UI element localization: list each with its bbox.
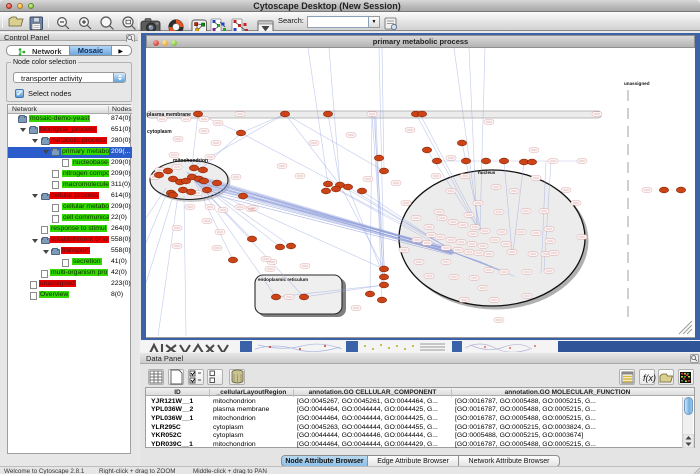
- svg-text:mitochondrion: mitochondrion: [173, 158, 208, 164]
- svg-text:cytoplasm: cytoplasm: [147, 129, 172, 135]
- svg-text:nucleus: nucleus: [478, 170, 496, 175]
- svg-text:f(x): f(x): [643, 373, 656, 383]
- svg-text:plasma membrane: plasma membrane: [147, 112, 191, 118]
- svg-text:endoplasmic reticulum: endoplasmic reticulum: [258, 277, 308, 282]
- svg-text:unassigned: unassigned: [624, 81, 650, 86]
